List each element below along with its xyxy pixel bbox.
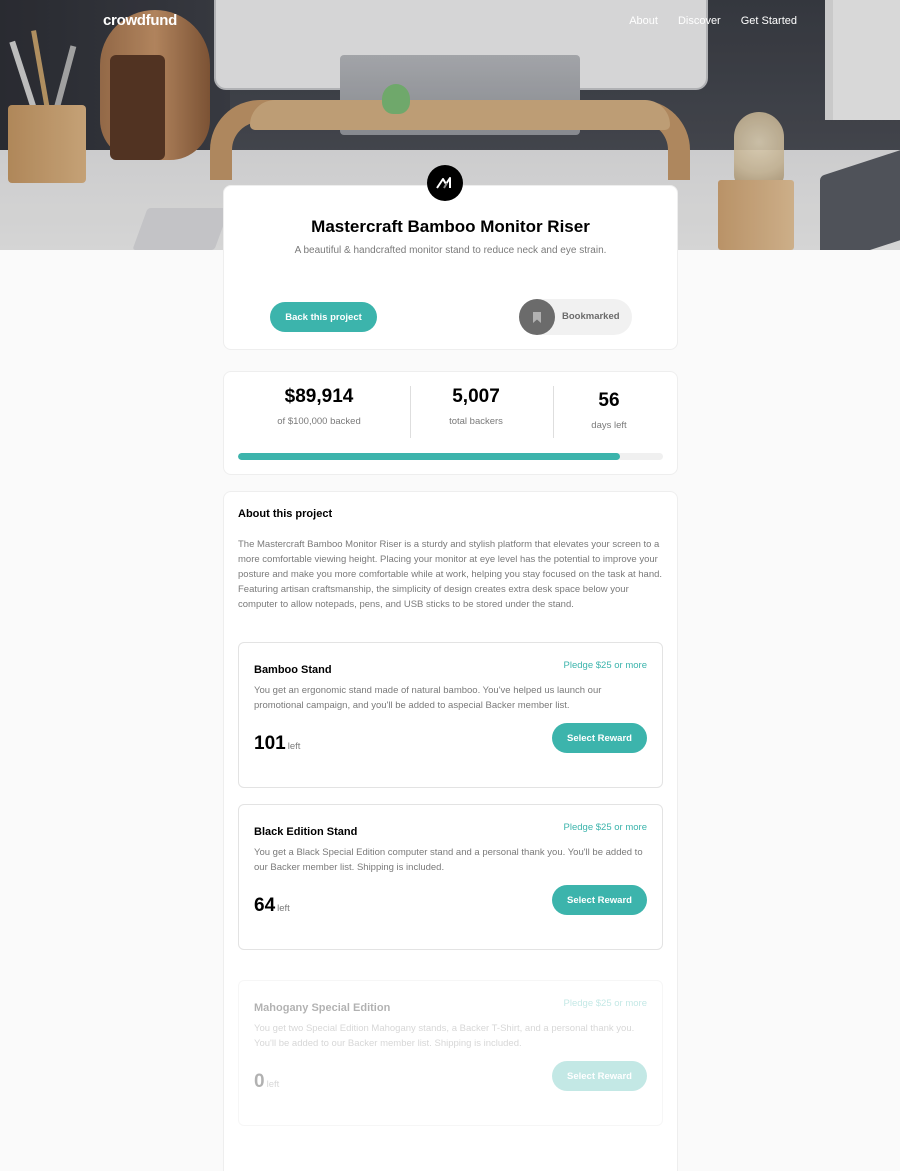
reward-pledge: Pledge $25 or more [563,822,647,833]
reward-stock: 0 left [254,1071,279,1093]
reward-left-count: 101 [254,733,286,754]
backers-label: total backers [449,416,503,427]
funding-progress-bar [238,453,663,460]
about-text: The Mastercraft Bamboo Monitor Riser is … [238,539,663,610]
select-reward-button[interactable]: Select Reward [552,723,647,753]
back-project-button[interactable]: Back this project [270,302,377,332]
reward-pledge: Pledge $25 or more [563,660,647,671]
reward-name: Mahogany Special Edition [254,1002,391,1014]
reward-card-mahogany: Mahogany Special Edition Pledge $25 or m… [238,980,663,1126]
stat-backed: $89,914 of $100,000 backed [254,386,384,427]
project-header-card: Mastercraft Bamboo Monitor Riser A beaut… [223,185,678,350]
stat-days: 56 days left [559,390,659,431]
reward-left-unit: left [287,741,301,752]
select-reward-button[interactable]: Select Reward [552,885,647,915]
nav-link-discover[interactable]: Discover [678,15,721,27]
reward-pledge: Pledge $25 or more [563,998,647,1009]
reward-card-black-edition: Black Edition Stand Pledge $25 or more Y… [238,804,663,950]
about-heading: About this project [238,508,333,520]
reward-left-count: 0 [254,1071,265,1092]
funding-progress-fill [238,453,621,460]
reward-name: Black Edition Stand [254,826,358,838]
stat-divider [410,386,411,438]
project-subtitle: A beautiful & handcrafted monitor stand … [294,245,607,256]
backed-amount: $89,914 [284,386,354,407]
bookmark-icon [519,299,555,335]
reward-description: You get two Special Edition Mahogany sta… [254,1023,635,1049]
nav-link-get-started[interactable]: Get Started [741,15,797,27]
backed-label: of $100,000 backed [277,416,361,427]
reward-left-unit: left [266,1079,280,1090]
mastercraft-logo-icon [427,165,463,201]
logo[interactable]: crowdfund [103,12,177,29]
reward-description: You get an ergonomic stand made of natur… [254,685,602,711]
bookmark-button[interactable]: Bookmarked [519,299,632,335]
project-title: Mastercraft Bamboo Monitor Riser [311,217,590,236]
days-count: 56 [598,390,620,411]
reward-left-unit: left [277,903,290,914]
bookmark-label: Bookmarked [562,311,620,322]
reward-description: You get a Black Special Edition computer… [254,847,643,873]
reward-left-count: 64 [254,895,276,916]
reward-stock: 64 left [254,895,290,917]
days-label: days left [591,420,627,431]
about-card: About this project The Mastercraft Bambo… [223,491,678,1171]
reward-card-bamboo: Bamboo Stand Pledge $25 or more You get … [238,642,663,788]
reward-name: Bamboo Stand [254,664,332,676]
stat-backers: 5,007 total backers [416,386,536,427]
stat-divider [553,386,554,438]
stats-card: $89,914 of $100,000 backed 5,007 total b… [223,371,678,475]
top-nav: About Discover Get Started [629,15,797,27]
select-reward-button-disabled: Select Reward [552,1061,647,1091]
backers-count: 5,007 [452,386,500,407]
nav-link-about[interactable]: About [629,15,658,27]
reward-stock: 101 left [254,733,300,755]
